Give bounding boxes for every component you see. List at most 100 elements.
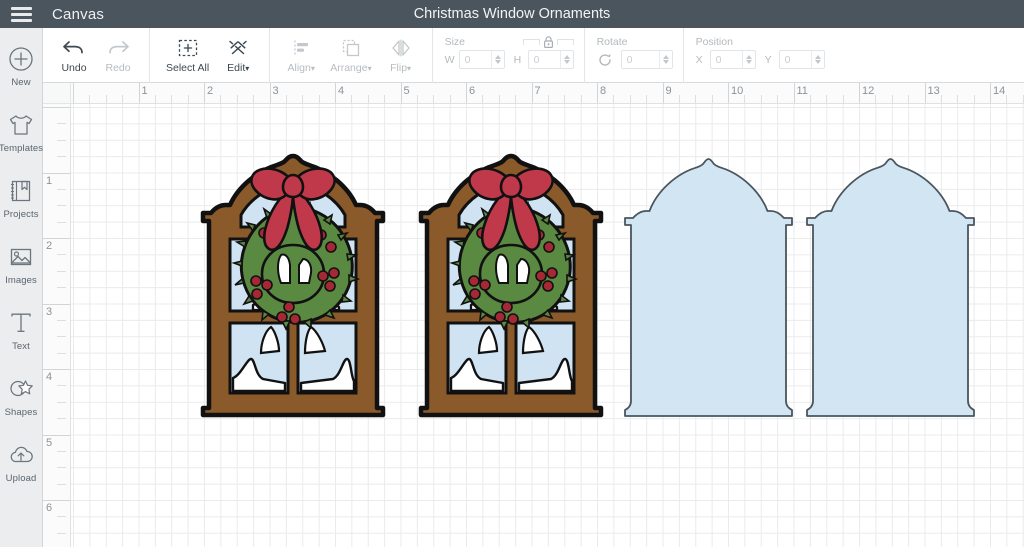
position-x-label: X [695, 53, 703, 66]
toolbar-group-history: Undo Redo [43, 28, 150, 83]
sidebar-item-templates[interactable]: Templates [0, 110, 43, 154]
christmas-window-ornament-1[interactable] [193, 153, 393, 418]
rotate-input[interactable]: 0 [620, 50, 673, 69]
position-x-value: 0 [715, 53, 722, 66]
sidebar-item-new[interactable]: New [0, 44, 43, 88]
ruler-tick [57, 319, 66, 321]
position-x-input[interactable]: 0 [709, 50, 756, 69]
horizontal-ruler[interactable]: 1 2 3 4 5 6 7 8 9 10 11 12 13 14 [71, 83, 1024, 104]
ruler-label: 1 [46, 174, 53, 187]
ruler-tick [891, 95, 893, 103]
flip-button[interactable]: Flip▾ [379, 28, 423, 83]
ruler-tick [908, 95, 910, 103]
position-y-input[interactable]: 0 [778, 50, 825, 69]
ruler-tick [57, 188, 66, 190]
ruler-tick [138, 83, 140, 103]
christmas-window-ornament-2[interactable] [411, 153, 611, 418]
ruler-tick [547, 95, 549, 103]
arrange-label: Arrange [330, 61, 368, 74]
design-canvas[interactable] [71, 104, 1024, 547]
ruler-tick [809, 95, 811, 103]
cricut-design-space-window: Canvas Christmas Window Ornaments New Te… [0, 0, 1024, 547]
lock-aspect-ratio-control[interactable] [522, 33, 574, 50]
ruler-tick [580, 95, 582, 103]
ruler-tick [973, 95, 975, 103]
width-input[interactable]: 0 [458, 50, 505, 69]
position-y-stepper[interactable] [810, 51, 824, 68]
ruler-tick [597, 83, 598, 103]
ruler-label: 3 [46, 305, 53, 318]
ruler-tick [384, 95, 386, 103]
redo-button[interactable]: Redo [96, 28, 140, 83]
position-x-stepper[interactable] [741, 51, 755, 68]
left-sidebar: New Templates Projects Images Text Shape… [0, 28, 43, 547]
ruler-tick [728, 83, 729, 103]
rotate-group-label: Rotate [596, 35, 628, 48]
toolbar-group-arrange: Align▾ Arrange▾ Flip▾ [270, 28, 433, 83]
window-blank-silhouette-2[interactable] [803, 155, 978, 420]
ruler-label: 4 [338, 85, 345, 97]
ruler-tick [57, 270, 66, 272]
text-t-icon [6, 308, 36, 338]
ruler-tick [335, 83, 336, 103]
ruler-tick [695, 95, 697, 103]
ruler-tick [957, 95, 959, 103]
sidebar-item-shapes[interactable]: Shapes [0, 374, 43, 418]
ruler-tick [57, 483, 66, 485]
height-value: 0 [533, 53, 540, 66]
ruler-tick [43, 500, 70, 501]
ruler-tick [269, 83, 271, 103]
vertical-ruler[interactable]: 1 2 3 4 5 6 [43, 104, 71, 547]
ruler-tick [43, 238, 70, 239]
rotate-icon [598, 53, 611, 66]
edit-label: Edit [227, 61, 246, 74]
select-all-button[interactable]: Select All [159, 28, 216, 83]
edit-button[interactable]: Edit▾ [216, 28, 260, 83]
toolbar-group-edit: Select All Edit▾ [150, 28, 271, 83]
rotate-stepper[interactable] [658, 51, 672, 68]
align-button[interactable]: Align▾ [279, 28, 323, 83]
select-all-label: Select All [166, 61, 210, 74]
ruler-tick [236, 95, 238, 103]
width-stepper[interactable] [490, 51, 504, 68]
cloud-upload-icon [6, 440, 36, 470]
ruler-tick [285, 95, 287, 103]
ruler-tick [1006, 95, 1008, 103]
rotate-value: 0 [626, 53, 633, 66]
sidebar-item-projects[interactable]: Projects [0, 176, 43, 220]
app-label: Canvas [52, 5, 105, 23]
redo-arrow-icon [109, 40, 129, 53]
ruler-tick [678, 95, 680, 103]
chevron-down-icon: ▾ [407, 63, 412, 73]
ruler-tick [613, 95, 615, 103]
hamburger-menu-icon[interactable] [0, 0, 42, 28]
window-blank-silhouette-1[interactable] [621, 155, 796, 420]
undo-button[interactable]: Undo [52, 28, 96, 83]
edit-label-wrap: Edit▾ [227, 62, 249, 74]
height-stepper[interactable] [559, 51, 573, 68]
position-y-label: Y [764, 53, 772, 66]
ruler-tick [43, 303, 70, 305]
ruler-tick [449, 95, 451, 103]
align-label-wrap: Align▾ [288, 62, 315, 74]
ruler-label: 8 [600, 85, 607, 97]
chevron-down-icon: ▾ [245, 63, 250, 73]
width-value: 0 [464, 53, 471, 66]
ruler-tick [57, 287, 66, 289]
arrange-button[interactable]: Arrange▾ [323, 28, 378, 83]
arrange-label-wrap: Arrange▾ [330, 62, 371, 74]
sidebar-item-images[interactable]: Images [0, 242, 43, 286]
ruler-tick [498, 95, 500, 103]
ruler-tick [43, 434, 70, 436]
ruler-tick [875, 95, 877, 103]
ruler-tick [43, 369, 70, 370]
sidebar-item-label: Templates [0, 143, 44, 154]
sidebar-item-text[interactable]: Text [0, 308, 43, 352]
flip-icon [391, 39, 410, 56]
sidebar-item-label: Upload [5, 473, 37, 484]
ruler-tick [662, 83, 664, 103]
height-input[interactable]: 0 [527, 50, 574, 69]
title-bar: Canvas Christmas Window Ornaments [0, 0, 1024, 28]
sidebar-item-upload[interactable]: Upload [0, 440, 43, 484]
ruler-tick [482, 95, 484, 103]
